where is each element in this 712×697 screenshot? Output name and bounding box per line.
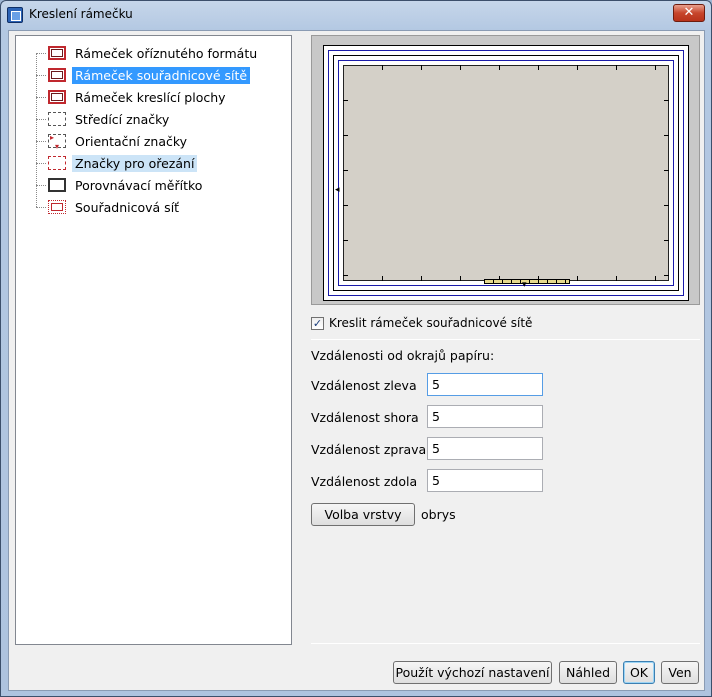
crop-marks-icon — [48, 156, 66, 170]
tree-item-center-marks[interactable]: Středící značky — [36, 109, 286, 129]
frame-type-tree[interactable]: Rámeček oříznutého formátu Rámeček souřa… — [15, 35, 292, 645]
tree-item-label: Rámeček souřadnicové sítě — [72, 66, 251, 84]
center-mark-icon: ▾ — [522, 280, 527, 290]
distance-top-input[interactable] — [427, 405, 543, 428]
tree-item-grid-frame[interactable]: Rámeček souřadnicové sítě — [36, 65, 286, 85]
distances-heading: Vzdálenosti od okrajů papíru: — [311, 348, 495, 363]
distance-top-row: Vzdálenost shora — [311, 405, 551, 429]
distance-left-input[interactable] — [427, 373, 543, 396]
tree-item-label: Porovnávací měřítko — [75, 177, 203, 193]
frame-red-icon — [48, 90, 66, 104]
window-title: Kreslení rámečku — [29, 7, 133, 21]
distance-right-row: Vzdálenost zprava — [311, 437, 551, 461]
app-icon — [7, 7, 23, 23]
center-marks-icon — [48, 112, 66, 126]
preview-inner-frame: ◂ ▾ — [335, 60, 674, 290]
frame-red-icon — [48, 46, 66, 60]
tree-item-trimmed-format-frame[interactable]: Rámeček oříznutého formátu — [36, 43, 286, 63]
preview-trim-frame: ◂ ▾ — [328, 50, 684, 296]
tree-item-label: Orientační značky — [75, 133, 188, 149]
tree-item-label: Středící značky — [75, 111, 170, 127]
draw-frame-option[interactable]: ✓ Kreslit rámeček souřadnicové sítě — [311, 316, 532, 330]
divider — [311, 339, 700, 340]
orientation-marks-icon — [48, 133, 66, 151]
tree-item-comparison-scale[interactable]: Porovnávací měřítko — [36, 175, 286, 195]
distance-left-label: Vzdálenost zleva — [311, 378, 417, 393]
ok-button[interactable]: OK — [623, 661, 655, 684]
distance-top-label: Vzdálenost shora — [311, 410, 419, 425]
preview-drawing-area: ◂ ▾ — [335, 65, 669, 290]
layer-value: obrys — [421, 507, 456, 522]
center-mark-icon: ◂ — [335, 185, 340, 195]
draw-frame-checkbox[interactable]: ✓ — [311, 316, 324, 330]
tree-item-label: Značky pro ořezání — [72, 154, 198, 172]
close-button[interactable]: ✕ — [673, 4, 705, 22]
distance-left-row: Vzdálenost zleva — [311, 373, 551, 397]
distance-right-input[interactable] — [427, 437, 543, 460]
preview-button[interactable]: Náhled — [559, 661, 617, 684]
draw-frame-label: Kreslit rámeček souřadnicové sítě — [329, 316, 533, 330]
dialog-client: Rámeček oříznutého formátu Rámeček souřa… — [8, 30, 705, 691]
cancel-button[interactable]: Ven — [661, 661, 699, 684]
preview-paper: ◂ ▾ — [323, 45, 689, 301]
frame-preview: ◂ ▾ — [311, 35, 700, 305]
dialog-window: Kreslení rámečku ✕ Rámeček oříznutého fo… — [0, 0, 712, 697]
frame-red-icon — [48, 68, 66, 82]
tree-item-crop-marks[interactable]: Značky pro ořezání — [36, 153, 286, 173]
scale-icon — [48, 178, 66, 192]
distance-bottom-row: Vzdálenost zdola — [311, 469, 551, 493]
tree-item-label: Rámeček kreslící plochy — [75, 89, 226, 105]
distance-bottom-label: Vzdálenost zdola — [311, 474, 418, 489]
distance-right-label: Vzdálenost zprava — [311, 442, 427, 457]
distance-bottom-input[interactable] — [427, 469, 543, 492]
use-defaults-button[interactable]: Použít výchozí nastavení — [393, 661, 552, 684]
tree-item-label: Souřadnicová síť — [75, 199, 180, 215]
tree-item-drawing-area-frame[interactable]: Rámeček kreslící plochy — [36, 87, 286, 107]
tree-item-coordinate-grid[interactable]: Souřadnicová síť — [36, 197, 286, 217]
preview-scale-bar — [484, 279, 570, 284]
preview-grid-frame: ◂ ▾ — [333, 55, 679, 291]
layer-select-button[interactable]: Volba vrstvy — [311, 503, 415, 526]
grid-icon — [48, 200, 66, 214]
tree-item-label: Rámeček oříznutého formátu — [75, 45, 258, 61]
title-bar[interactable]: Kreslení rámečku ✕ — [1, 1, 711, 29]
tree-item-orientation-marks[interactable]: Orientační značky — [36, 131, 286, 151]
footer-divider — [311, 643, 700, 644]
